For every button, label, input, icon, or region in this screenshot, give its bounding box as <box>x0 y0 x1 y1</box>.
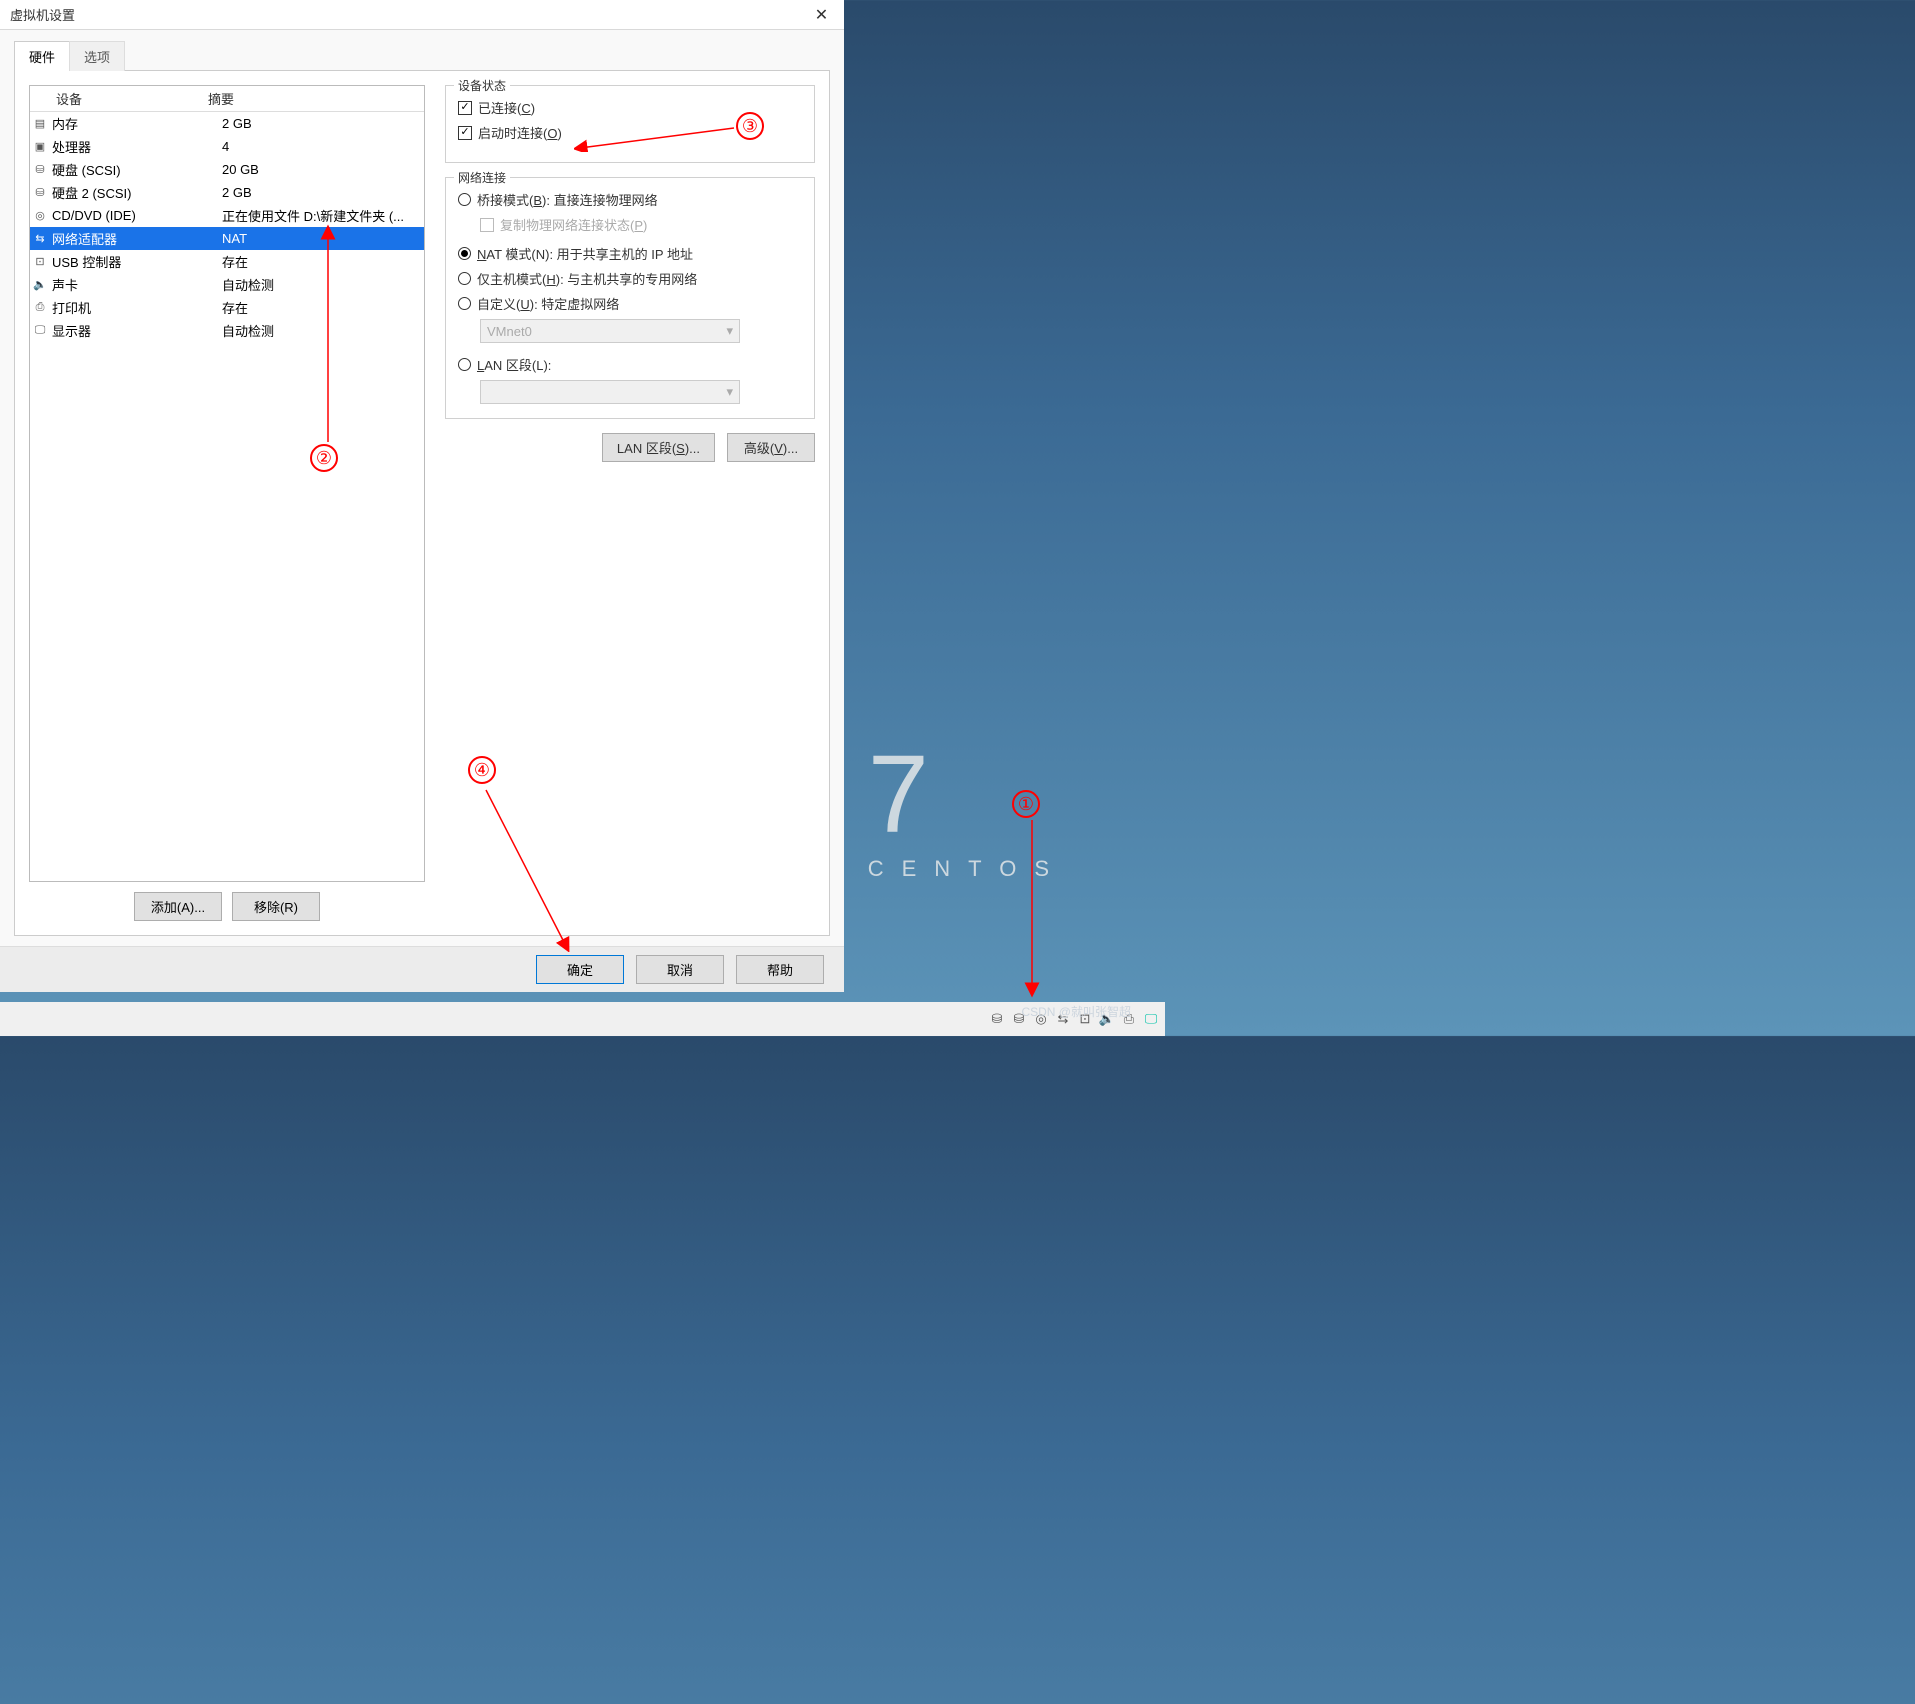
dialog-title: 虚拟机设置 <box>10 5 75 24</box>
bridged-radio[interactable] <box>458 193 471 206</box>
hostonly-label: 仅主机模式(H): 与主机共享的专用网络 <box>477 269 697 288</box>
lan-segments-button[interactable]: LAN 区段(S)... <box>602 433 715 462</box>
help-button[interactable]: 帮助 <box>736 955 824 984</box>
device-icon: 🔈 <box>30 278 50 291</box>
device-name: 显示器 <box>50 320 220 341</box>
custom-radio[interactable] <box>458 297 471 310</box>
dialog-footer: 确定 取消 帮助 <box>0 946 844 992</box>
device-name: 网络适配器 <box>50 228 220 249</box>
hostonly-radio[interactable] <box>458 272 471 285</box>
ok-button[interactable]: 确定 <box>536 955 624 984</box>
device-list[interactable]: 设备 摘要 ▤内存2 GB▣处理器4⛁硬盘 (SCSI)20 GB⛁硬盘 2 (… <box>29 85 425 882</box>
device-icon: ⎙ <box>30 301 50 314</box>
col-summary: 摘要 <box>200 86 424 111</box>
device-row[interactable]: 🔈声卡自动检测 <box>30 273 424 296</box>
nat-radio[interactable] <box>458 247 471 260</box>
device-icon: ⛁ <box>30 163 50 176</box>
device-icon: ▣ <box>30 140 50 153</box>
chevron-down-icon: ▾ <box>726 323 733 339</box>
nat-label: NAT 模式(N): 用于共享主机的 IP 地址 <box>477 244 693 263</box>
vm-settings-dialog: 虚拟机设置 ✕ 硬件 选项 设备 摘要 ▤内存2 GB▣处理器4⛁硬盘 (SCS… <box>0 0 844 992</box>
replicate-checkbox <box>480 218 494 232</box>
remove-device-button[interactable]: 移除(R) <box>232 892 320 921</box>
vmnet-select: VMnet0▾ <box>480 319 740 343</box>
device-row[interactable]: ⊡USB 控制器存在 <box>30 250 424 273</box>
device-summary: 自动检测 <box>220 274 424 295</box>
lan-segment-radio[interactable] <box>458 358 471 371</box>
network-connection-group: 网络连接 桥接模式(B): 直接连接物理网络 复制物理网络连接状态(P) NAT… <box>445 177 815 419</box>
connect-at-poweron-checkbox[interactable] <box>458 126 472 140</box>
add-device-button[interactable]: 添加(A)... <box>134 892 222 921</box>
centos-logo: 7 CENTOS <box>868 740 1067 882</box>
device-status-group: 设备状态 已连接(C) 启动时连接(O) <box>445 85 815 163</box>
connected-label: 已连接(C) <box>478 98 535 117</box>
device-icon: ⇆ <box>30 232 50 245</box>
device-name: 内存 <box>50 113 220 134</box>
device-summary: 2 GB <box>220 115 424 132</box>
device-summary: 20 GB <box>220 161 424 178</box>
display-icon[interactable]: 🖵 <box>1143 1011 1159 1027</box>
device-icon: ⊡ <box>30 255 50 268</box>
connect-at-poweron-label: 启动时连接(O) <box>478 123 562 142</box>
tab-options[interactable]: 选项 <box>69 41 125 71</box>
device-row[interactable]: ⛁硬盘 2 (SCSI)2 GB <box>30 181 424 204</box>
col-device: 设备 <box>30 86 200 111</box>
device-summary: 自动检测 <box>220 320 424 341</box>
device-icon: ⛁ <box>30 186 50 199</box>
device-summary: 存在 <box>220 251 424 272</box>
tab-hardware[interactable]: 硬件 <box>14 41 70 71</box>
watermark-text: CSDN @就叫张智超 <box>1021 1003 1131 1020</box>
device-summary: 4 <box>220 138 424 155</box>
lan-segment-label: LAN 区段(L): <box>477 355 551 374</box>
device-icon: ◎ <box>30 209 50 222</box>
advanced-button[interactable]: 高级(V)... <box>727 433 815 462</box>
dialog-titlebar[interactable]: 虚拟机设置 ✕ <box>0 0 844 30</box>
device-name: 声卡 <box>50 274 220 295</box>
device-icon: 🖵 <box>30 324 50 337</box>
device-row[interactable]: ▤内存2 GB <box>30 112 424 135</box>
taskbar[interactable]: ⛁ ⛁ ◎ ⇆ ⊡ 🔈 ⎙ 🖵 <box>0 1002 1165 1036</box>
custom-label: 自定义(U): 特定虚拟网络 <box>477 294 619 313</box>
device-summary: 2 GB <box>220 184 424 201</box>
device-list-header: 设备 摘要 <box>30 86 424 112</box>
device-row[interactable]: ⛁硬盘 (SCSI)20 GB <box>30 158 424 181</box>
tab-strip: 硬件 选项 <box>14 40 830 71</box>
device-summary: 正在使用文件 D:\新建文件夹 (... <box>220 205 424 226</box>
replicate-label: 复制物理网络连接状态(P) <box>500 215 647 234</box>
device-name: 处理器 <box>50 136 220 157</box>
device-summary: NAT <box>220 230 424 247</box>
annotation-1: ① <box>1012 790 1040 818</box>
close-button[interactable]: ✕ <box>799 0 844 30</box>
device-name: USB 控制器 <box>50 251 220 272</box>
annotation-1-arrow <box>1022 820 1042 1000</box>
device-row[interactable]: ▣处理器4 <box>30 135 424 158</box>
device-row[interactable]: ◎CD/DVD (IDE)正在使用文件 D:\新建文件夹 (... <box>30 204 424 227</box>
device-summary: 存在 <box>220 297 424 318</box>
disk-icon[interactable]: ⛁ <box>989 1011 1005 1027</box>
device-name: 硬盘 2 (SCSI) <box>50 182 220 203</box>
device-name: 硬盘 (SCSI) <box>50 159 220 180</box>
device-name: 打印机 <box>50 297 220 318</box>
lan-segment-select: ▾ <box>480 380 740 404</box>
cancel-button[interactable]: 取消 <box>636 955 724 984</box>
chevron-down-icon: ▾ <box>726 384 733 400</box>
connected-checkbox[interactable] <box>458 101 472 115</box>
device-row[interactable]: 🖵显示器自动检测 <box>30 319 424 342</box>
device-row[interactable]: ⇆网络适配器NAT <box>30 227 424 250</box>
device-row[interactable]: ⎙打印机存在 <box>30 296 424 319</box>
device-name: CD/DVD (IDE) <box>50 207 220 224</box>
bridged-label: 桥接模式(B): 直接连接物理网络 <box>477 190 658 209</box>
close-icon: ✕ <box>815 5 828 25</box>
device-icon: ▤ <box>30 117 50 130</box>
